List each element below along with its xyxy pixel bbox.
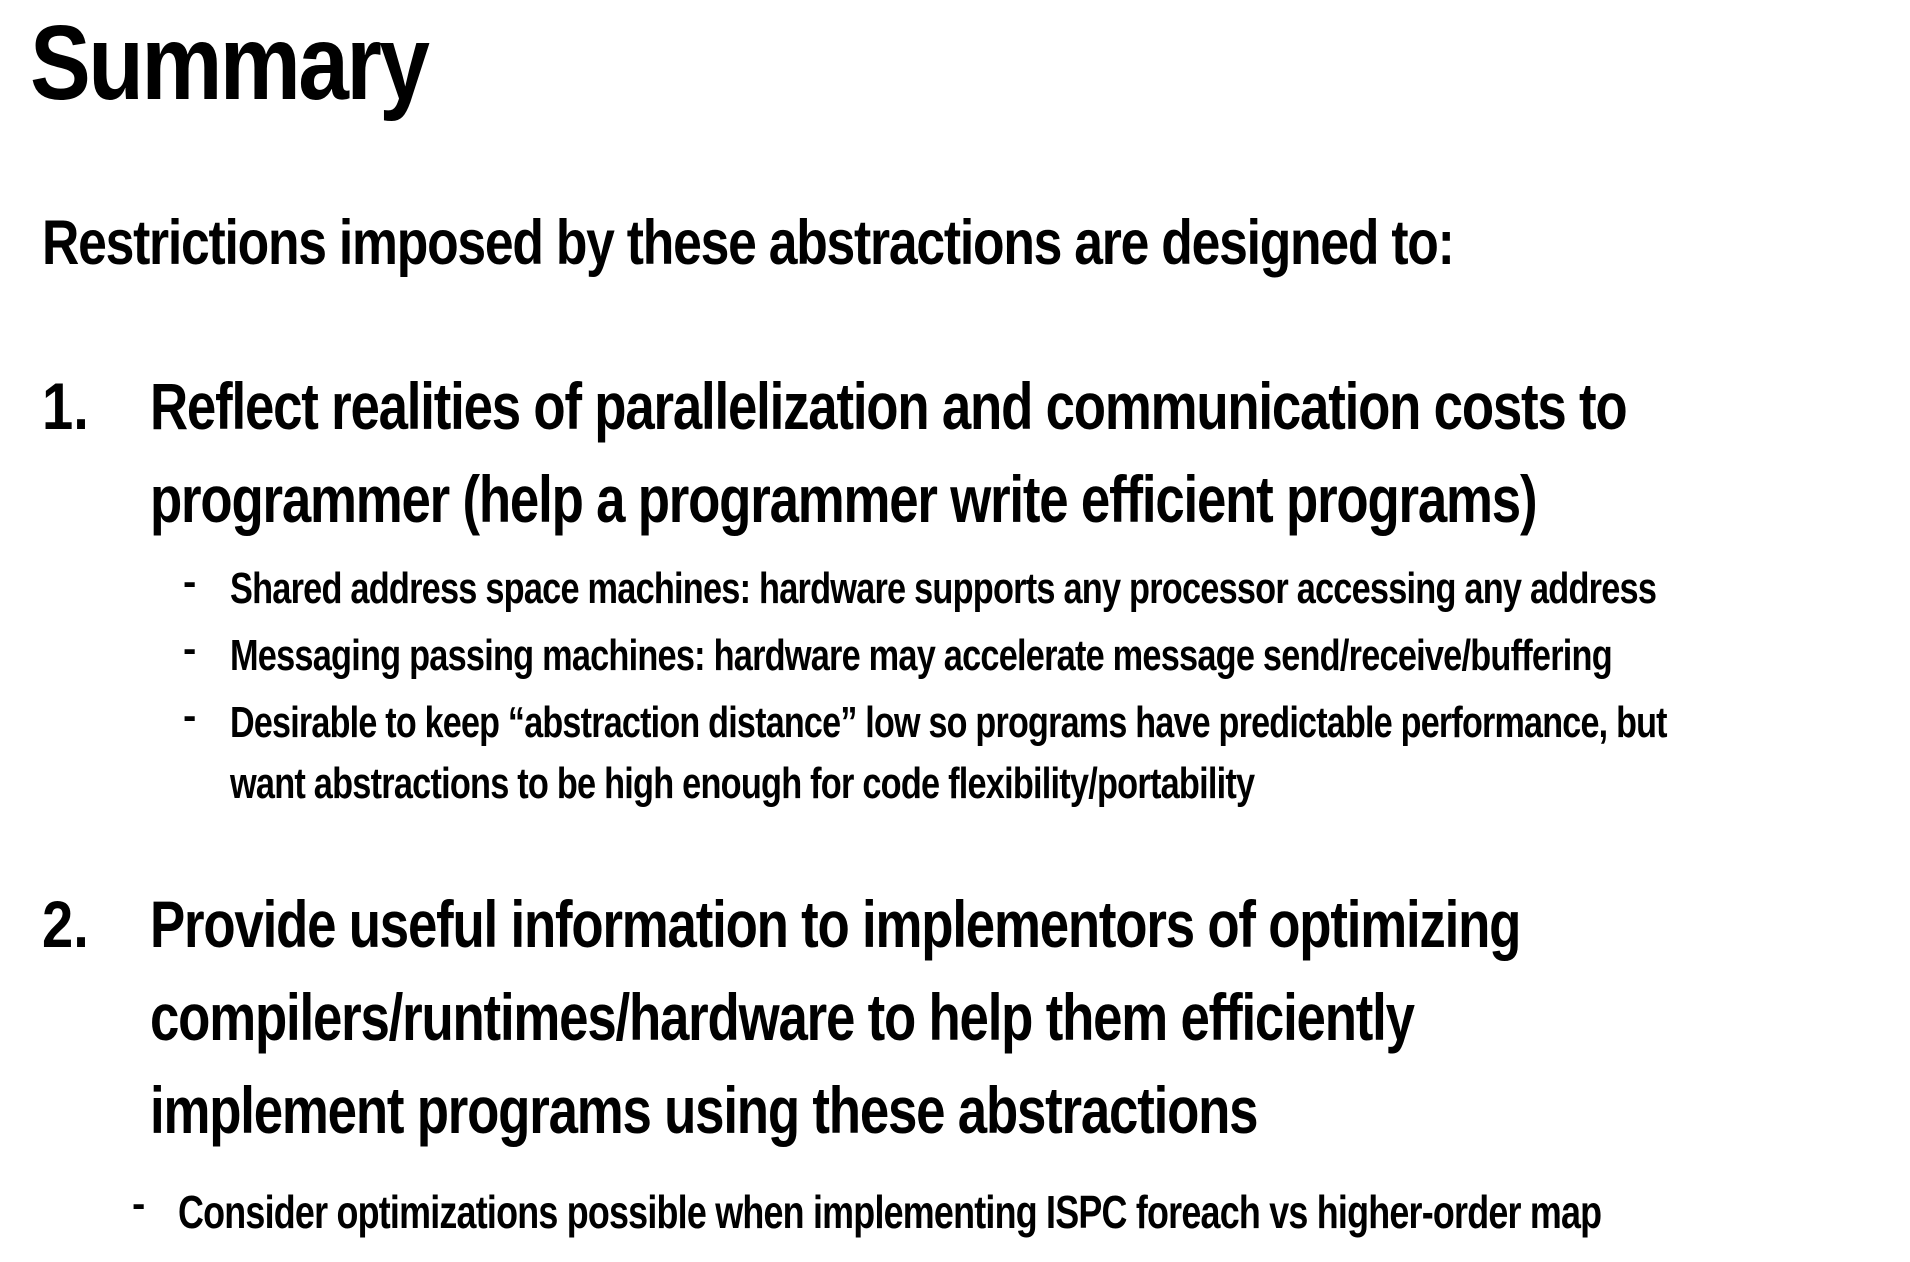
item-1-line-2: programmer (help a programmer write effi… [150, 462, 1538, 536]
item-1-sub-3-text-line-1: Desirable to keep “abstraction distance”… [230, 698, 1668, 747]
item-1-sub-1-bullet: - [183, 560, 197, 604]
item-1-number: 1. [42, 369, 89, 443]
item-1-sub-2-text: Messaging passing machines: hardware may… [230, 631, 1613, 680]
item-1-sub-3-text-line-2: want abstractions to be high enough for … [230, 759, 1255, 808]
item-2-line-2: compilers/runtimes/hardware to help them… [150, 980, 1415, 1054]
item-1-sub-2-bullet: - [183, 627, 197, 671]
item-1-line-1: Reflect realities of parallelization and… [150, 369, 1628, 443]
item-2-line-3: implement programs using these abstracti… [150, 1073, 1259, 1147]
item-2-sub-1-text: Consider optimizations possible when imp… [178, 1186, 1602, 1238]
slide: Summary Restrictions imposed by these ab… [0, 0, 1910, 1262]
item-2-sub-1-bullet: - [132, 1182, 146, 1226]
item-1-sub-3-bullet: - [183, 694, 197, 738]
item-1-sub-1-text: Shared address space machines: hardware … [230, 564, 1657, 613]
intro-heading: Restrictions imposed by these abstractio… [42, 208, 1455, 278]
page-title: Summary [30, 4, 430, 122]
item-2-number: 2. [42, 887, 89, 961]
item-2-line-1: Provide useful information to implemento… [150, 887, 1521, 961]
